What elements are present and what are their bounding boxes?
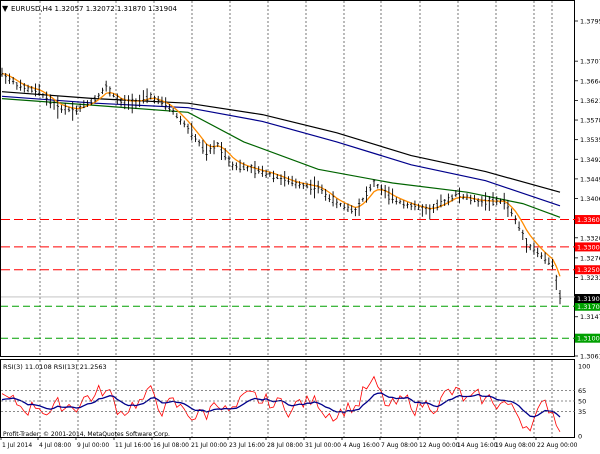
rsi-tick-label: 35 — [578, 408, 586, 416]
rsi-tick-label: 100 — [578, 363, 590, 371]
price-tick-label: 1.32760 — [580, 254, 600, 262]
level-label: 1.31700 — [577, 303, 600, 311]
time-tick-label: 14 Aug 16:00 — [457, 442, 498, 449]
rsi-tick-label: 0 — [578, 433, 582, 441]
rsi-axis: 100 65 50 35 0 — [578, 363, 590, 441]
time-tick-label: 23 Jul 16:00 — [229, 442, 265, 449]
chart-window[interactable]: 1.336001.330001.325001.317001.31000 ▼ EU… — [0, 0, 600, 450]
price-tick-label: 1.35780 — [580, 117, 600, 125]
price-tick-label: 1.30610 — [580, 353, 600, 361]
price-tick-label: 1.31470 — [580, 313, 600, 321]
time-tick-label: 7 Aug 08:00 — [381, 442, 418, 449]
time-tick-label: 19 Aug 08:00 — [495, 442, 536, 449]
price-tick-label: 1.33200 — [580, 234, 600, 242]
price-tick-label: 1.34920 — [580, 156, 600, 164]
level-label: 1.31000 — [577, 335, 600, 343]
time-tick-label: 16 Jul 08:00 — [153, 442, 189, 449]
price-tick-label: 1.37950 — [580, 18, 600, 26]
time-tick-label: 21 Jul 00:00 — [191, 442, 227, 449]
price-tick-label: 1.34060 — [580, 195, 600, 203]
time-tick-label: 4 Aug 16:00 — [343, 442, 380, 449]
time-tick-label: 1 Jul 2014 — [2, 442, 32, 449]
price-tick-label: 1.34490 — [580, 175, 600, 183]
symbol-header: EURUSD,H4 1.32057 1.32072 1.31870 1.3190… — [11, 5, 178, 13]
rsi-tick-label: 65 — [578, 387, 586, 395]
time-tick-label: 9 Jul 00:00 — [77, 442, 109, 449]
price-tick-label: 1.36640 — [580, 77, 600, 85]
time-tick-label: 4 Jul 08:00 — [39, 442, 71, 449]
time-tick-label: 12 Aug 00:00 — [419, 442, 460, 449]
time-tick-label: 31 Jul 00:00 — [305, 442, 341, 449]
arrow-down-icon: ▼ — [2, 4, 9, 13]
price-tick-label: 1.32330 — [580, 274, 600, 282]
level-label: 1.33600 — [577, 216, 600, 224]
level-label: 1.33000 — [577, 243, 600, 251]
price-tick-label: 1.35350 — [580, 136, 600, 144]
time-tick-label: 11 Jul 16:00 — [115, 442, 151, 449]
rsi-tick-label: 50 — [578, 398, 586, 406]
rsi-panel-frame — [0, 359, 575, 438]
credit-text: Profit-Trader, © 2001-2014, MetaQuotes S… — [3, 431, 170, 438]
rsi-title: RSI(3) 11.0108 RSI(13) 21.2563 — [3, 363, 107, 371]
time-tick-label: 28 Jul 08:00 — [267, 442, 303, 449]
price-tick-label: 1.37070 — [580, 58, 600, 66]
time-tick-label: 22 Aug 00:00 — [537, 442, 578, 449]
price-tick-label: 1.36210 — [580, 97, 600, 105]
time-axis: 1 Jul 2014 4 Jul 08:00 9 Jul 00:00 11 Jul 1… — [0, 437, 578, 449]
current-price-label: 1.31904 — [577, 295, 600, 303]
